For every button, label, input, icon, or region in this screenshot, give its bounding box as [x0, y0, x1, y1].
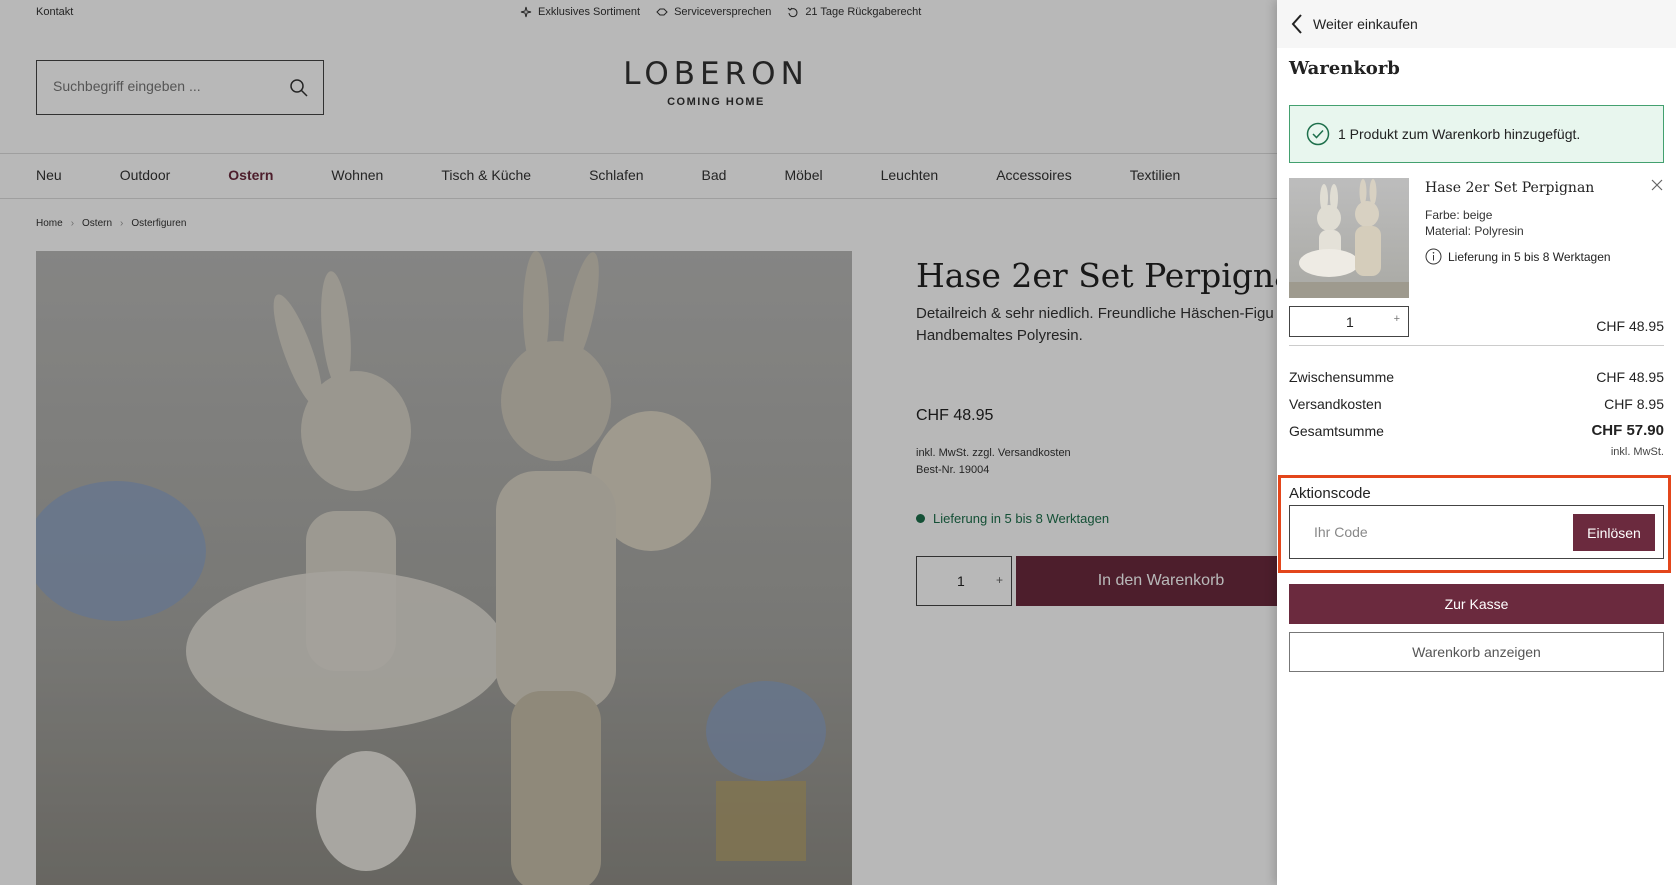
cart-title: Warenkorb	[1289, 58, 1400, 79]
cart-item-color: Farbe: beige	[1425, 208, 1493, 222]
cart-totals: Zwischensumme CHF 48.95 Versandkosten CH…	[1289, 363, 1664, 459]
shipping-row: Versandkosten CHF 8.95	[1289, 390, 1664, 417]
promo-label: Aktionscode	[1289, 485, 1371, 502]
bunny-thumbnail-image	[1289, 179, 1409, 298]
cart-drawer: Weiter einkaufen Warenkorb 1 Produkt zum…	[1277, 0, 1676, 885]
continue-shopping-link[interactable]: Weiter einkaufen	[1277, 0, 1676, 48]
checkout-button[interactable]: Zur Kasse	[1289, 584, 1664, 624]
shipping-label: Versandkosten	[1289, 395, 1382, 412]
view-cart-button[interactable]: Warenkorb anzeigen	[1289, 632, 1664, 672]
total-label: Gesamtsumme	[1289, 422, 1384, 439]
vat-note: inkl. MwSt.	[1610, 446, 1664, 458]
close-icon[interactable]	[1650, 178, 1664, 192]
subtotal-value: CHF 48.95	[1596, 368, 1664, 385]
info-icon	[1425, 248, 1442, 265]
cart-item-delivery-text: Lieferung in 5 bis 8 Werktagen	[1448, 249, 1611, 264]
page-dim-overlay[interactable]	[0, 0, 1277, 885]
total-row: Gesamtsumme CHF 57.90	[1289, 417, 1664, 444]
cart-quantity-value: 1	[1346, 314, 1354, 330]
product-page: Kontakt Exklusives Sortiment Servicevers…	[0, 0, 1676, 885]
cart-quantity-stepper[interactable]: 1 +	[1289, 306, 1409, 337]
check-circle-icon	[1306, 122, 1330, 146]
cart-item-name[interactable]: Hase 2er Set Perpignan	[1425, 180, 1594, 196]
cart-item-thumbnail[interactable]	[1289, 178, 1409, 298]
cart-divider	[1289, 345, 1664, 346]
subtotal-label: Zwischensumme	[1289, 368, 1395, 385]
subtotal-row: Zwischensumme CHF 48.95	[1289, 363, 1664, 390]
chevron-left-icon	[1291, 14, 1302, 34]
continue-shopping-label: Weiter einkaufen	[1313, 16, 1418, 32]
promo-code-form: Einlösen	[1289, 505, 1664, 559]
redeem-button[interactable]: Einlösen	[1573, 514, 1655, 551]
cart-success-message: 1 Produkt zum Warenkorb hinzugefügt.	[1289, 105, 1664, 163]
success-text: 1 Produkt zum Warenkorb hinzugefügt.	[1338, 126, 1581, 142]
cart-item-price: CHF 48.95	[1596, 318, 1664, 334]
promo-code-input[interactable]	[1314, 524, 1534, 540]
cart-item-delivery: Lieferung in 5 bis 8 Werktagen	[1425, 248, 1611, 265]
cart-item-material: Material: Polyresin	[1425, 224, 1524, 238]
plus-icon[interactable]: +	[1394, 313, 1400, 325]
shipping-value: CHF 8.95	[1604, 395, 1664, 412]
total-value: CHF 57.90	[1591, 422, 1664, 439]
